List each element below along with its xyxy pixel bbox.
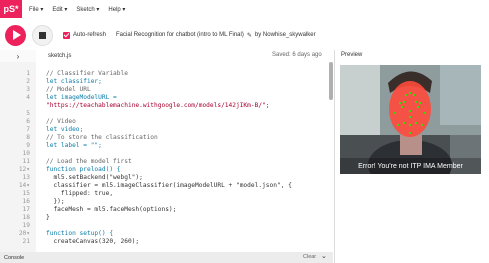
code-line[interactable]: 20▾ function setup() { [0, 230, 333, 238]
line-number: 4 [26, 94, 30, 101]
code-line[interactable]: 6 // Video [0, 118, 333, 126]
webcam-frame [340, 65, 481, 174]
line-number: 15 [22, 190, 30, 197]
menu-file[interactable]: File ▾ [29, 6, 43, 13]
code-line[interactable]: 14▾ classifier = ml5.imageClassifier(ima… [0, 182, 333, 190]
code-text[interactable]: function setup() { [46, 230, 113, 238]
line-number: 12▾ [18, 166, 30, 173]
code-text[interactable]: } [46, 214, 50, 222]
sketch-owner[interactable]: by Nowhise_skywalker [255, 32, 316, 38]
line-number: 1 [26, 70, 30, 77]
line-number: 11 [22, 158, 30, 165]
code-line[interactable]: 13 ml5.setBackend("webgl"); [0, 174, 333, 182]
stop-icon [39, 31, 46, 39]
code-line[interactable]: 4 let imageModelURL = [0, 94, 333, 102]
expand-sidebar-button[interactable]: › [0, 50, 36, 62]
menu-bar: pS* File ▾ Edit ▾ Sketch ▾ Help ▾ [0, 0, 489, 18]
code-line[interactable]: 7 let video; [0, 126, 333, 134]
code-text[interactable]: flipped: true, [46, 190, 113, 198]
menu-sketch[interactable]: Sketch ▾ [76, 6, 99, 13]
code-line[interactable]: 16 }); [0, 198, 333, 206]
code-line[interactable]: 9 let label = ""; [0, 142, 333, 150]
code-line[interactable]: 21 createCanvas(320, 260); [0, 238, 333, 246]
code-text[interactable]: let video; [46, 126, 83, 134]
line-number: 18 [22, 214, 30, 221]
line-number: 2 [26, 78, 30, 85]
auto-refresh-toggle[interactable]: Auto-refresh [63, 31, 107, 39]
line-number: 10 [22, 150, 30, 157]
code-text[interactable]: // Load the model first [46, 158, 132, 166]
code-text[interactable]: classifier = ml5.imageClassifier(imageMo… [46, 182, 291, 190]
line-number: 7 [26, 126, 30, 133]
code-text[interactable]: }); [46, 198, 64, 206]
line-number: 19 [22, 222, 30, 229]
code-text[interactable]: let classifier; [46, 78, 102, 86]
menu-help[interactable]: Help ▾ [108, 6, 125, 13]
sketch-name[interactable]: Facial Recognition for chatbot (intro to… [116, 32, 244, 38]
line-number: 16 [22, 198, 30, 205]
stop-button[interactable] [32, 24, 53, 46]
toolbar: Auto-refresh Facial Recognition for chat… [0, 18, 489, 52]
line-number: 14▾ [18, 182, 30, 189]
line-number: 8 [26, 134, 30, 141]
code-text[interactable]: // Model URL [46, 86, 91, 94]
code-text[interactable]: function preload() { [46, 166, 121, 174]
code-text[interactable]: let imageModelURL = [46, 94, 117, 102]
console-clear-button[interactable]: Clear [303, 254, 316, 260]
edit-pencil-icon[interactable]: ✎ [247, 32, 252, 39]
line-number: 3 [26, 86, 30, 93]
preview-heading: Preview [341, 52, 363, 58]
code-text[interactable]: // Classifier Variable [46, 70, 128, 78]
code-text[interactable]: faceMesh = ml5.faceMesh(options); [46, 206, 176, 214]
menu-edit[interactable]: Edit ▾ [52, 6, 67, 13]
console-label[interactable]: Console [4, 255, 24, 261]
code-line[interactable]: 2 let classifier; [0, 78, 333, 86]
code-line[interactable]: "https://teachablemachine.withgoogle.com… [0, 102, 333, 110]
code-line[interactable]: 5 [0, 110, 333, 118]
code-text[interactable]: ml5.setBackend("webgl"); [46, 174, 142, 182]
play-button[interactable] [5, 24, 26, 46]
line-number: 6 [26, 118, 30, 125]
play-icon [12, 30, 21, 40]
code-line[interactable]: 15 flipped: true, [0, 190, 333, 198]
code-text[interactable]: let label = ""; [46, 142, 102, 150]
code-text[interactable]: // Video [46, 118, 76, 126]
line-number: 21 [22, 238, 30, 245]
console-bar: Console Clear ⌄ [0, 252, 333, 263]
code-line[interactable]: 11 // Load the model first [0, 158, 333, 166]
auto-refresh-label: Auto-refresh [73, 32, 107, 38]
preview-error-text: Error! You're not ITP IMA Member [358, 163, 463, 170]
line-number: 17 [22, 206, 30, 213]
menu-items: File ▾ Edit ▾ Sketch ▾ Help ▾ [29, 6, 125, 13]
code-line[interactable]: 19 [0, 222, 333, 230]
auto-refresh-checkbox[interactable] [63, 31, 70, 39]
code-editor[interactable]: 1// Classifier Variable 2 let classifier; 3… [0, 62, 333, 252]
file-tab-sketch[interactable]: sketch.js [48, 53, 71, 59]
line-number: 5 [26, 110, 30, 117]
code-line[interactable]: 17 faceMesh = ml5.faceMesh(options); [0, 206, 333, 214]
code-line[interactable]: 12▾ function preload() { [0, 166, 333, 174]
code-text[interactable]: "https://teachablemachine.withgoogle.com… [46, 102, 270, 110]
panel-divider[interactable] [334, 50, 335, 263]
p5-logo[interactable]: pS* [0, 0, 22, 18]
code-line[interactable]: 3 // Model URL [0, 86, 333, 94]
sketch-preview[interactable]: Error! You're not ITP IMA Member [340, 65, 481, 174]
code-text[interactable]: // To store the classification [46, 134, 158, 142]
line-number: 13 [22, 174, 30, 181]
code-text[interactable]: createCanvas(320, 260); [46, 238, 139, 246]
code-line[interactable]: 8 // To store the classification [0, 134, 333, 142]
chevron-down-icon[interactable]: ⌄ [321, 252, 327, 260]
line-number: 20▾ [18, 230, 30, 237]
saved-status: Saved: 6 days ago [272, 52, 322, 58]
sketch-title: Facial Recognition for chatbot (intro to… [116, 32, 316, 39]
code-line[interactable]: 18} [0, 214, 333, 222]
file-bar: › sketch.js Saved: 6 days ago Preview [0, 50, 489, 62]
code-line[interactable]: 1 // Classifier Variable [0, 70, 333, 78]
code-line[interactable]: 10 [0, 150, 333, 158]
chevron-right-icon: › [16, 51, 20, 61]
line-number: 9 [26, 142, 30, 149]
